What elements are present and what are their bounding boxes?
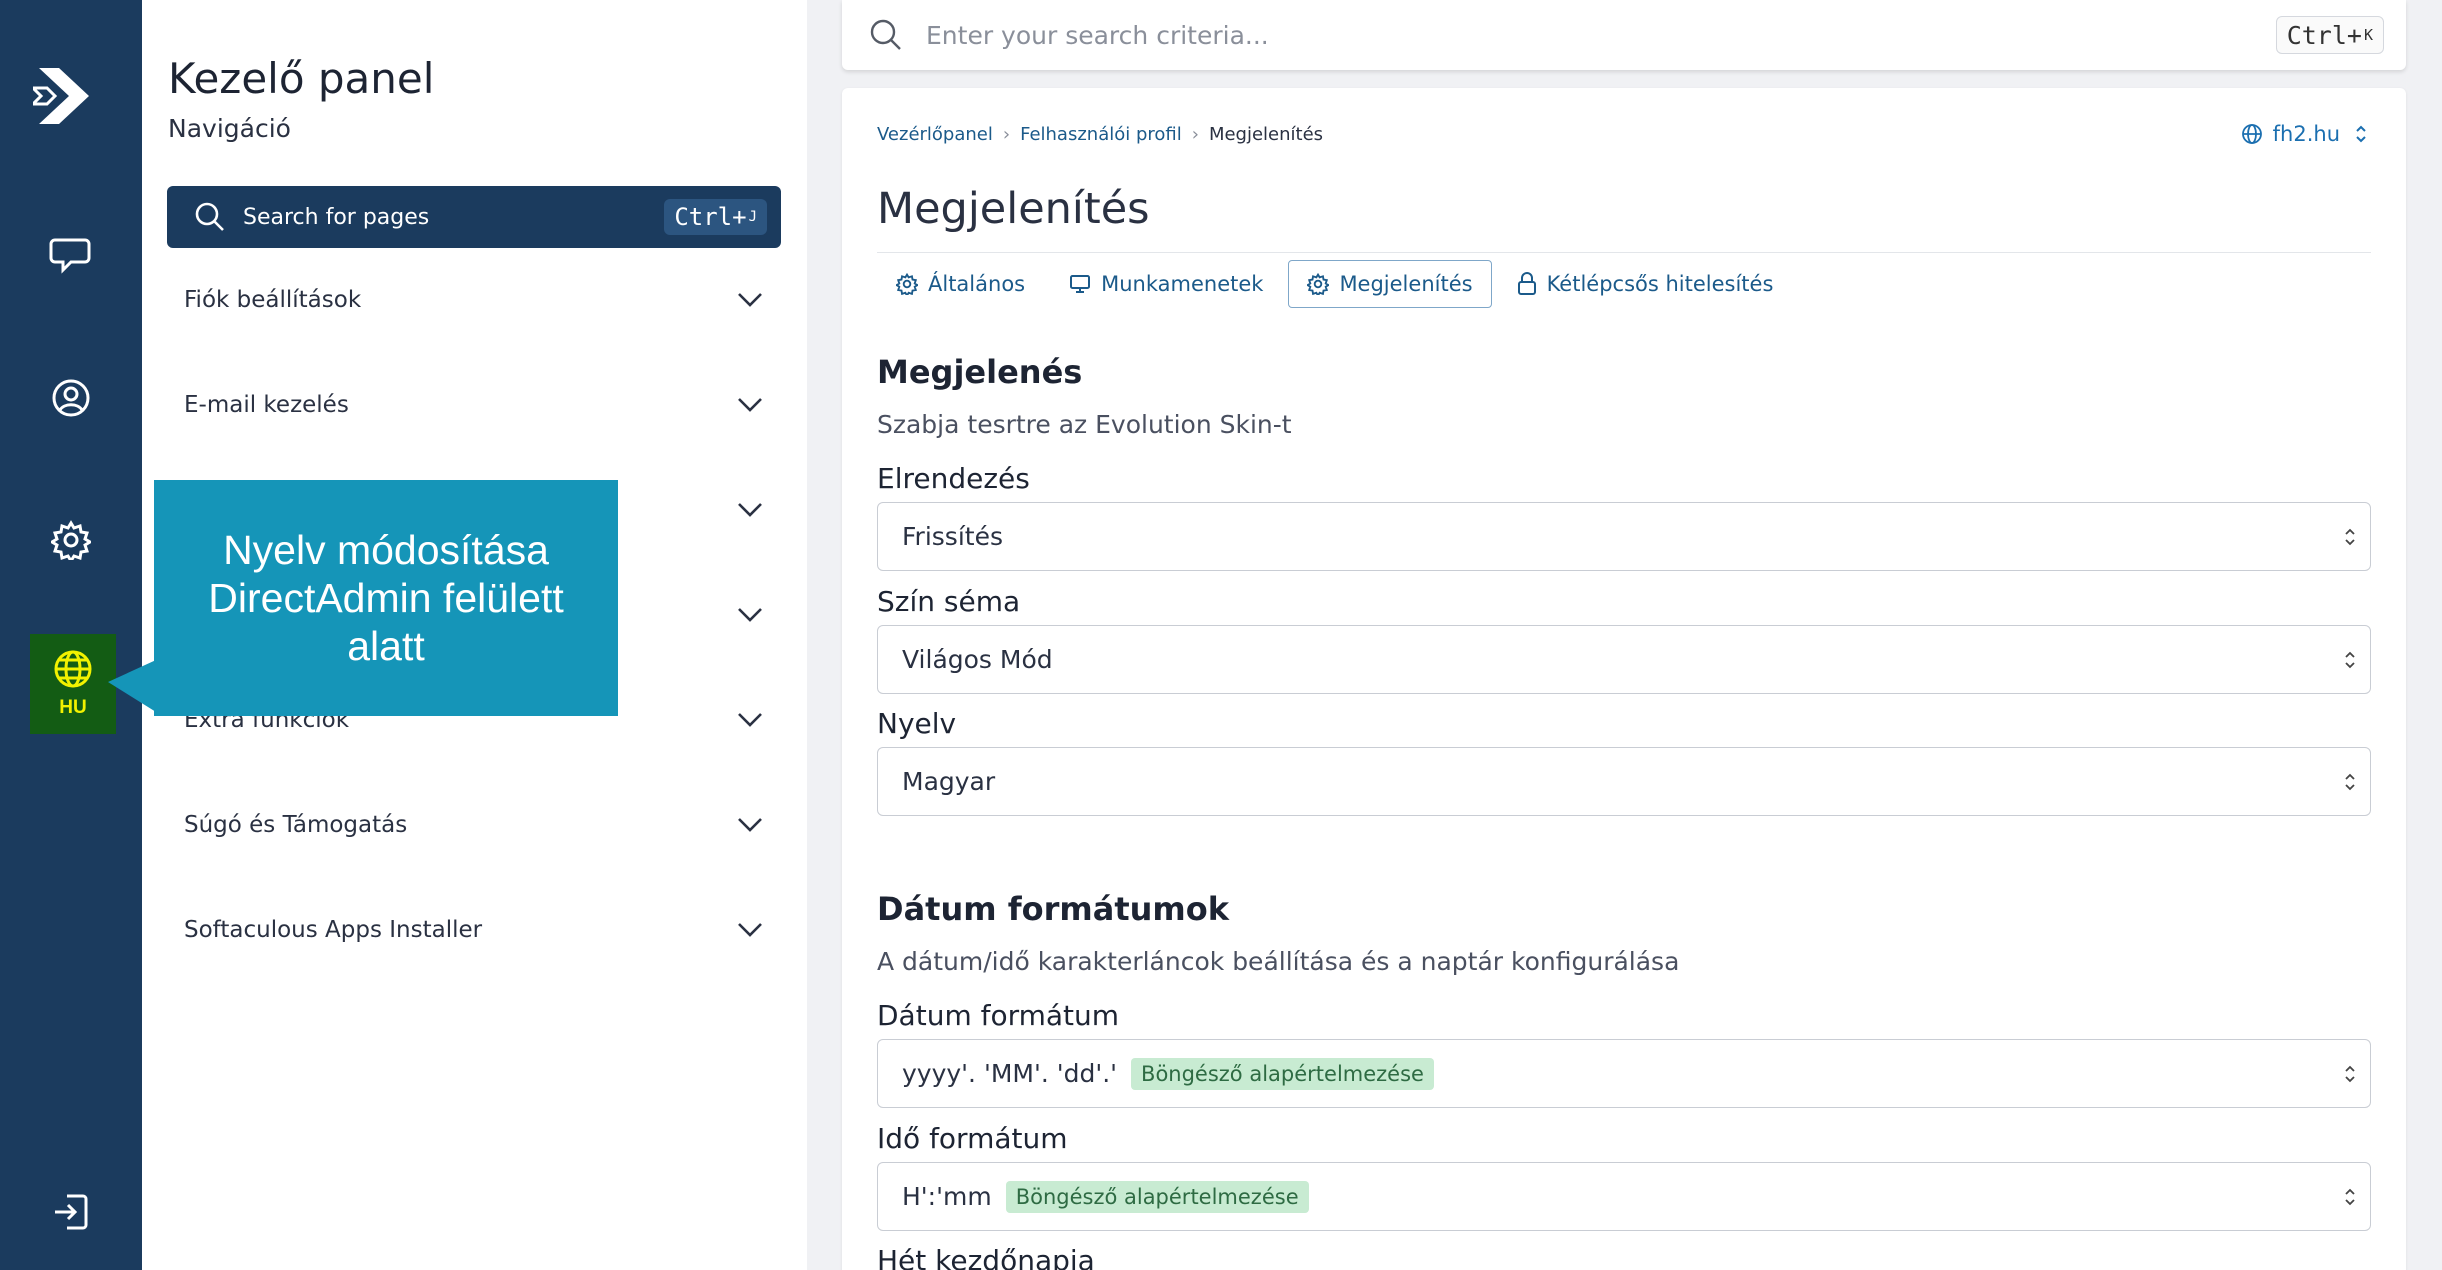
chevron-right-icon: › (1002, 124, 1011, 145)
color-scheme-label: Szín séma (877, 585, 1021, 618)
page-search-label: Search for pages (243, 204, 430, 230)
date-format-select[interactable]: yyyy'. 'MM'. 'dd'.' Böngésző alapértelme… (877, 1039, 2371, 1108)
search-icon (195, 202, 224, 231)
divider (877, 252, 2371, 253)
default-badge: Böngésző alapértelmezése (1131, 1057, 1434, 1090)
chevron-updown-icon (2345, 773, 2355, 791)
gear-icon[interactable] (43, 512, 99, 568)
globe-icon (54, 650, 92, 688)
icon-rail: HU (0, 0, 142, 1270)
section-heading-appearance: Megjelenés (877, 353, 1083, 391)
menu-item-help-support[interactable]: Súgó és Támogatás (184, 800, 764, 850)
tab-general[interactable]: Általános (877, 260, 1044, 308)
chevron-down-icon (738, 398, 762, 412)
page-title: Megjelenítés (877, 184, 1150, 234)
chevron-down-icon (738, 503, 762, 517)
panel-subtitle: Navigáció (168, 114, 291, 143)
panel-title: Kezelő panel (168, 54, 435, 103)
chevron-down-icon (738, 923, 762, 937)
globe-icon (2241, 124, 2262, 144)
domain-selector[interactable]: fh2.hu (2241, 122, 2368, 146)
language-switcher[interactable]: HU (30, 634, 116, 734)
breadcrumb-link-profile[interactable]: Felhasználói profil (1020, 124, 1182, 145)
language-label: Nyelv (877, 707, 957, 740)
language-value: Magyar (902, 767, 996, 796)
global-search-placeholder: Enter your search criteria... (926, 20, 1269, 50)
shortcut-badge: Ctrl+ K (2275, 16, 2384, 54)
language-select[interactable]: Magyar (877, 747, 2371, 816)
menu-item-label: E-mail kezelés (184, 392, 349, 418)
breadcrumb-link-dashboard[interactable]: Vezérlőpanel (877, 124, 993, 145)
chevron-right-icon: › (1191, 124, 1199, 145)
logout-icon[interactable] (43, 1184, 99, 1240)
date-format-label: Dátum formátum (877, 999, 1120, 1032)
time-format-label: Idő formátum (877, 1122, 1068, 1155)
chevron-updown-icon (2345, 651, 2355, 669)
time-format-value: H':'mm (902, 1182, 992, 1211)
domain-name: fh2.hu (2272, 122, 2340, 146)
week-start-label: Hét kezdőnapja (877, 1244, 1095, 1270)
menu-item-email-management[interactable]: E-mail kezelés (184, 380, 764, 430)
main-content-card: Vezérlőpanel › Felhasználói profil › Meg… (842, 88, 2406, 1270)
chevron-down-icon (738, 713, 762, 727)
global-search-bar[interactable]: Enter your search criteria... Ctrl+ K (842, 0, 2406, 70)
tab-sessions[interactable]: Munkamenetek (1050, 260, 1282, 308)
gear-icon (896, 273, 918, 295)
menu-item-label: Softaculous Apps Installer (184, 917, 483, 943)
chevron-down-icon (738, 293, 762, 307)
chevron-updown-icon (2345, 1188, 2355, 1206)
menu-item-label: Fiók beállítások (184, 287, 362, 313)
user-profile-icon[interactable] (43, 370, 99, 426)
tab-label: Kétlépcsős hitelesítés (1546, 272, 1774, 296)
layout-value: Frissítés (902, 522, 1003, 551)
gear-icon (1307, 273, 1330, 295)
menu-item-label: Súgó és Támogatás (184, 812, 408, 838)
chevron-updown-icon (2345, 528, 2355, 546)
lock-icon (1517, 272, 1537, 296)
default-badge: Böngésző alapértelmezése (1005, 1180, 1309, 1213)
layout-select[interactable]: Frissítés (877, 502, 2371, 571)
tab-label: Általános (928, 272, 1026, 296)
monitor-icon (1069, 273, 1091, 295)
callout-pointer (108, 660, 156, 712)
color-scheme-value: Világos Mód (902, 645, 1053, 674)
search-icon (870, 19, 901, 50)
chat-icon[interactable] (43, 228, 99, 284)
chevron-down-icon (738, 608, 762, 622)
language-code: HU (59, 697, 87, 718)
tab-label: Munkamenetek (1101, 272, 1264, 296)
layout-label: Elrendezés (877, 462, 1030, 495)
settings-tabs: Általános Munkamenetek Megjelenítés Kétl… (877, 260, 1798, 308)
tab-label: Megjelenítés (1339, 272, 1473, 296)
section-description: A dátum/idő karakterláncok beállítása és… (877, 947, 1680, 976)
chevron-updown-icon (2345, 1065, 2355, 1083)
directadmin-logo-icon[interactable] (29, 58, 105, 134)
chevron-updown-icon (2356, 125, 2366, 143)
tab-two-factor[interactable]: Kétlépcsős hitelesítés (1498, 260, 1793, 308)
tab-appearance[interactable]: Megjelenítés (1288, 260, 1492, 308)
section-heading-date-formats: Dátum formátumok (877, 890, 1230, 928)
time-format-select[interactable]: H':'mm Böngésző alapértelmezése (877, 1162, 2371, 1231)
chevron-down-icon (738, 818, 762, 832)
breadcrumb: Vezérlőpanel › Felhasználói profil › Meg… (877, 124, 1323, 145)
shortcut-badge: Ctrl+ J (664, 199, 767, 235)
date-format-value: yyyy'. 'MM'. 'dd'.' (902, 1059, 1118, 1088)
menu-item-account-settings[interactable]: Fiók beállítások (184, 275, 764, 325)
menu-item-softaculous[interactable]: Softaculous Apps Installer (184, 905, 764, 955)
color-scheme-select[interactable]: Világos Mód (877, 625, 2371, 694)
section-description: Szabja tesrtre az Evolution Skin-t (877, 410, 1292, 439)
annotation-callout: Nyelv módosítása DirectAdmin felülett al… (154, 480, 618, 716)
page-search-button[interactable]: Search for pages Ctrl+ J (167, 186, 781, 248)
breadcrumb-current: Megjelenítés (1208, 124, 1324, 145)
